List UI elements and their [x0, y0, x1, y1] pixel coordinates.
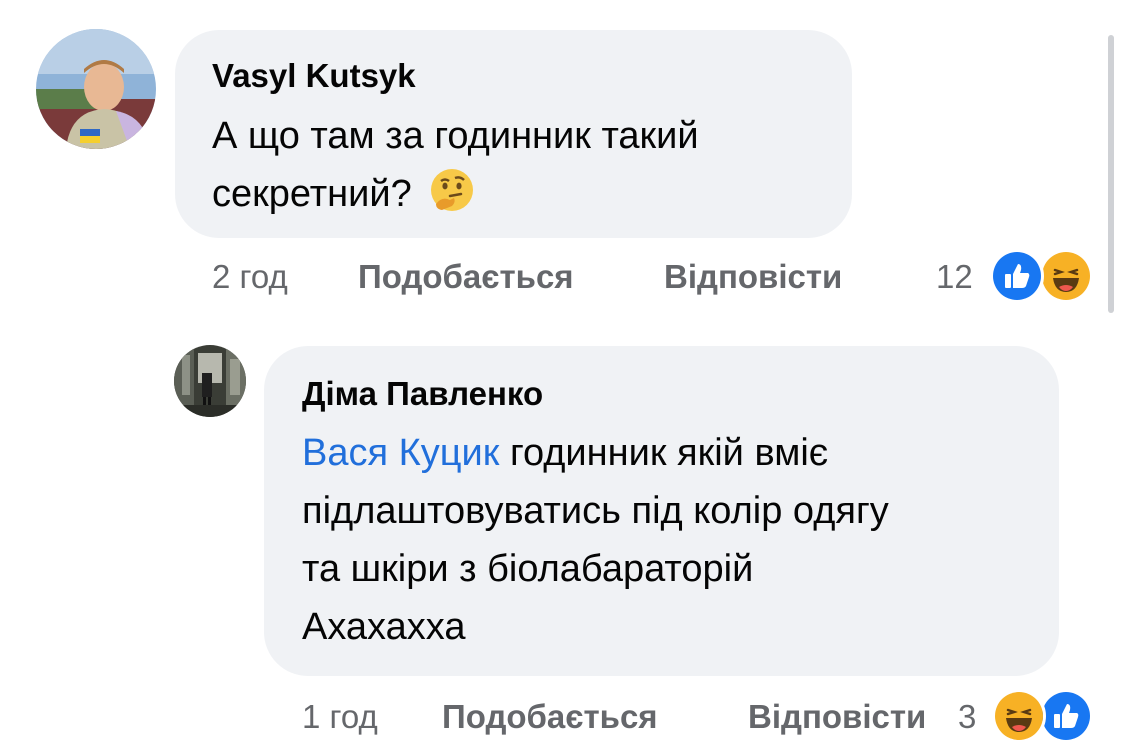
reply-time[interactable]: 1 год [302, 698, 378, 736]
comment-text: А що там за годинник такий секретний? [212, 107, 842, 223]
scrollbar[interactable] [1108, 35, 1114, 313]
like-icon[interactable] [990, 249, 1044, 303]
like-icon[interactable] [1039, 689, 1093, 743]
reply-author[interactable]: Діма Павленко [302, 375, 543, 413]
haha-icon[interactable] [1039, 249, 1093, 303]
reply-text-line: годинник якій вміє [509, 432, 829, 474]
thinking-face-emoji [428, 166, 476, 214]
reaction-count[interactable]: 12 [936, 258, 973, 296]
avatar-vasyl[interactable] [36, 29, 156, 149]
haha-icon[interactable] [992, 689, 1046, 743]
comment-text-line: секретний? [212, 173, 412, 215]
reply-button[interactable]: Відповісти [748, 698, 926, 736]
reply-text-line: підлаштовуватись під колір одягу [302, 490, 889, 532]
like-button[interactable]: Подобається [358, 258, 574, 296]
comment-time[interactable]: 2 год [212, 258, 288, 296]
comment-text-line: А що там за годинник такий [212, 115, 699, 157]
reply-button[interactable]: Відповісти [664, 258, 842, 296]
reaction-count[interactable]: 3 [958, 698, 976, 736]
reply-text-line: Ахахахха [302, 606, 466, 648]
comment-author[interactable]: Vasyl Kutsyk [212, 57, 416, 95]
like-button[interactable]: Подобається [442, 698, 658, 736]
avatar-dima[interactable] [174, 345, 246, 417]
reply-text: Вася Куцик годинник якій вміє підлаштову… [302, 424, 1042, 656]
reply-text-line: та шкіри з біолабараторій [302, 548, 754, 590]
mention-link[interactable]: Вася Куцик [302, 432, 499, 474]
